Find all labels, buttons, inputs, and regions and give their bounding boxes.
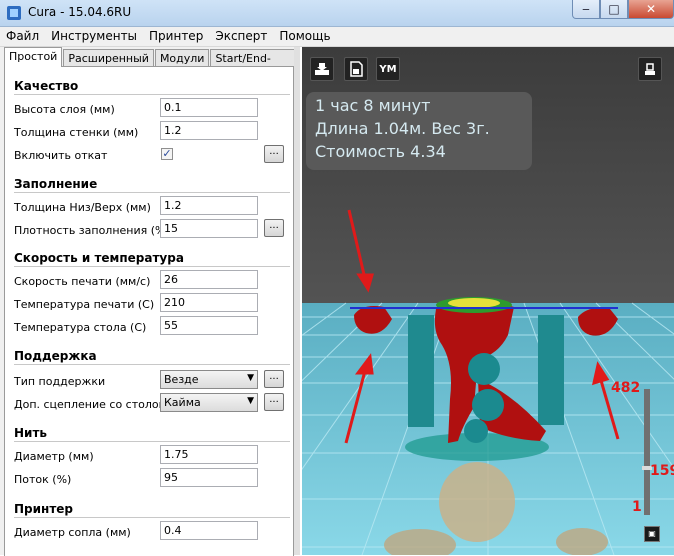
sd-card-icon [350, 61, 363, 77]
bottom-top-thickness-label: Толщина Низ/Верх (мм) [14, 201, 151, 214]
section-divider [14, 94, 290, 95]
retraction-label: Включить откат [14, 149, 108, 162]
section-speed-title: Скорость и температура [14, 251, 184, 265]
view-mode-button[interactable] [638, 57, 662, 81]
tab-gcode[interactable]: Start/End-GCode [210, 49, 299, 78]
tab-advanced[interactable]: Расширенный [63, 49, 154, 67]
adhesion-settings-button[interactable]: ... [264, 393, 284, 411]
save-gcode-button[interactable] [344, 57, 368, 81]
fill-density-label: Плотность заполнения (%) [14, 224, 170, 237]
platform-adhesion-value: Кайма [164, 396, 201, 409]
print-speed-input[interactable]: 26 [160, 270, 258, 289]
3d-viewport[interactable]: YM 1 час 8 минут Длина 1.04м. Вес 3г. Ст… [302, 47, 674, 555]
maximize-button[interactable]: □ [600, 0, 628, 19]
menu-help[interactable]: Помощь [273, 27, 336, 46]
section-divider [14, 364, 290, 365]
retraction-settings-button[interactable]: ... [264, 145, 284, 163]
menu-expert[interactable]: Эксперт [209, 27, 273, 46]
support-settings-button[interactable]: ... [264, 370, 284, 388]
layer-slider[interactable] [644, 389, 650, 515]
section-filament-title: Нить [14, 426, 47, 440]
layer-height-input[interactable]: 0.1 [160, 98, 258, 117]
bottom-top-thickness-input[interactable]: 1.2 [160, 196, 258, 215]
filament-diameter-label: Диаметр (мм) [14, 450, 94, 463]
layer-current-label: 159 [650, 463, 674, 479]
section-fill-title: Заполнение [14, 177, 98, 191]
layer-height-label: Высота слоя (мм) [14, 103, 115, 116]
title-bar: Cura - 15.04.6RU ‒ □ ✕ [0, 0, 674, 27]
print-length-weight: Длина 1.04м. Вес 3г. [315, 119, 490, 138]
chevron-down-icon: ▼ [247, 373, 254, 383]
view-mode-icon [645, 63, 655, 75]
print-speed-label: Скорость печати (мм/с) [14, 275, 151, 288]
section-divider [14, 441, 290, 442]
flow-label: Поток (%) [14, 473, 72, 486]
print-temperature-input[interactable]: 210 [160, 293, 258, 312]
chevron-down-icon: ▼ [247, 396, 254, 406]
bed-temperature-input[interactable]: 55 [160, 316, 258, 335]
layer-max-label: 482 [611, 380, 641, 396]
menu-bar: Файл Инструменты Принтер Эксперт Помощь [0, 27, 674, 47]
minimize-button[interactable]: ‒ [572, 0, 600, 19]
cura-app-icon [7, 6, 21, 20]
support-type-select[interactable]: Везде ▼ [160, 370, 258, 389]
settings-tabs: Простой Расширенный Модули Start/End-GCo… [4, 47, 300, 78]
wall-thickness-label: Толщина стенки (мм) [14, 126, 139, 139]
fill-density-input[interactable]: 15 [160, 219, 258, 238]
platform-adhesion-label: Доп. сцепление со столом [14, 398, 167, 411]
load-model-button[interactable] [310, 57, 334, 81]
tab-simple[interactable]: Простой [4, 47, 63, 67]
retraction-checkbox[interactable]: ✓ [161, 148, 173, 160]
window-title: Cura - 15.04.6RU [28, 5, 132, 19]
menu-file[interactable]: Файл [0, 27, 45, 46]
platform-adhesion-select[interactable]: Кайма ▼ [160, 393, 258, 412]
load-icon [315, 63, 329, 75]
youmagine-button[interactable]: YM [376, 57, 400, 81]
print-cost: Стоимость 4.34 [315, 142, 446, 161]
fill-settings-button[interactable]: ... [264, 219, 284, 237]
section-support-title: Поддержка [14, 349, 97, 363]
section-quality-title: Качество [14, 79, 79, 93]
print-temperature-label: Температура печати (С) [14, 298, 155, 311]
nozzle-size-input[interactable]: 0.4 [160, 521, 258, 540]
section-divider [14, 266, 290, 267]
flow-input[interactable]: 95 [160, 468, 258, 487]
tab-plugins[interactable]: Модули [154, 49, 210, 67]
panel-scrollbar[interactable] [294, 47, 300, 555]
bed-temperature-label: Температура стола (С) [14, 321, 147, 334]
section-machine-title: Принтер [14, 502, 74, 516]
wall-thickness-input[interactable]: 1.2 [160, 121, 258, 140]
support-type-label: Тип поддержки [14, 375, 106, 388]
layer-view-toggle-icon[interactable]: ▣ [644, 526, 660, 542]
layer-min-label: 1 [632, 499, 642, 515]
section-divider [14, 192, 290, 193]
menu-tools[interactable]: Инструменты [45, 27, 143, 46]
section-divider [14, 517, 290, 518]
menu-printer[interactable]: Принтер [143, 27, 209, 46]
support-type-value: Везде [164, 373, 199, 386]
nozzle-size-label: Диаметр сопла (мм) [14, 526, 131, 539]
print-time: 1 час 8 минут [315, 96, 431, 115]
close-button[interactable]: ✕ [628, 0, 674, 19]
filament-diameter-input[interactable]: 1.75 [160, 445, 258, 464]
print-info-box: 1 час 8 минут Длина 1.04м. Вес 3г. Стоим… [306, 92, 532, 170]
